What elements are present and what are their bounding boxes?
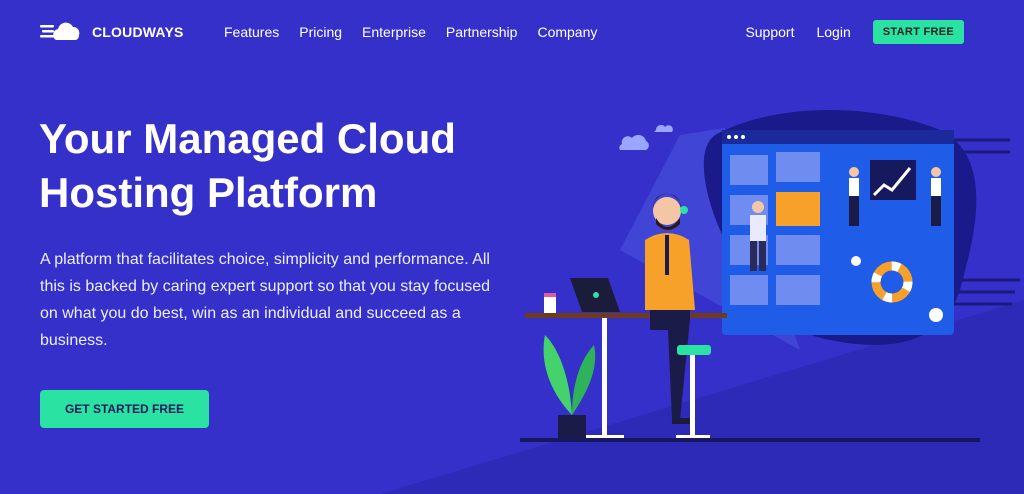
small-cloud xyxy=(619,134,649,150)
phone-icon xyxy=(851,256,861,266)
top-navbar: CLOUDWAYS Features Pricing Enterprise Pa… xyxy=(0,0,1024,64)
coffee-cup xyxy=(544,297,556,313)
small-cloud-2 xyxy=(654,125,673,132)
hero-title-line2: Hosting Platform xyxy=(39,169,378,216)
cloud-icon xyxy=(40,22,80,40)
nav-pricing[interactable]: Pricing xyxy=(299,24,342,40)
start-free-button[interactable]: START FREE xyxy=(872,20,964,44)
nav-company[interactable]: Company xyxy=(537,24,597,40)
main-nav: Features Pricing Enterprise Partnership … xyxy=(224,24,617,40)
floor-line xyxy=(520,438,980,442)
nav-enterprise[interactable]: Enterprise xyxy=(362,24,426,40)
nav-actions: Support Login START FREE xyxy=(745,20,964,44)
brand-logo[interactable]: CLOUDWAYS xyxy=(40,20,184,44)
hero-title: Your Managed Cloud Hosting Platform xyxy=(39,112,519,220)
login-link[interactable]: Login xyxy=(816,24,850,40)
stool xyxy=(677,345,711,355)
hero-illustration xyxy=(520,110,1020,442)
plant xyxy=(543,335,596,440)
desk xyxy=(525,313,727,318)
clock-icon xyxy=(929,308,943,322)
brand-name: CLOUDWAYS xyxy=(92,24,184,40)
nav-features[interactable]: Features xyxy=(224,24,279,40)
hero-title-line1: Your Managed Cloud xyxy=(39,115,456,162)
nav-partnership[interactable]: Partnership xyxy=(446,24,518,40)
hero-description: A platform that facilitates choice, simp… xyxy=(40,251,491,349)
support-link[interactable]: Support xyxy=(745,24,794,40)
get-started-button[interactable]: GET STARTED FREE xyxy=(40,390,209,428)
